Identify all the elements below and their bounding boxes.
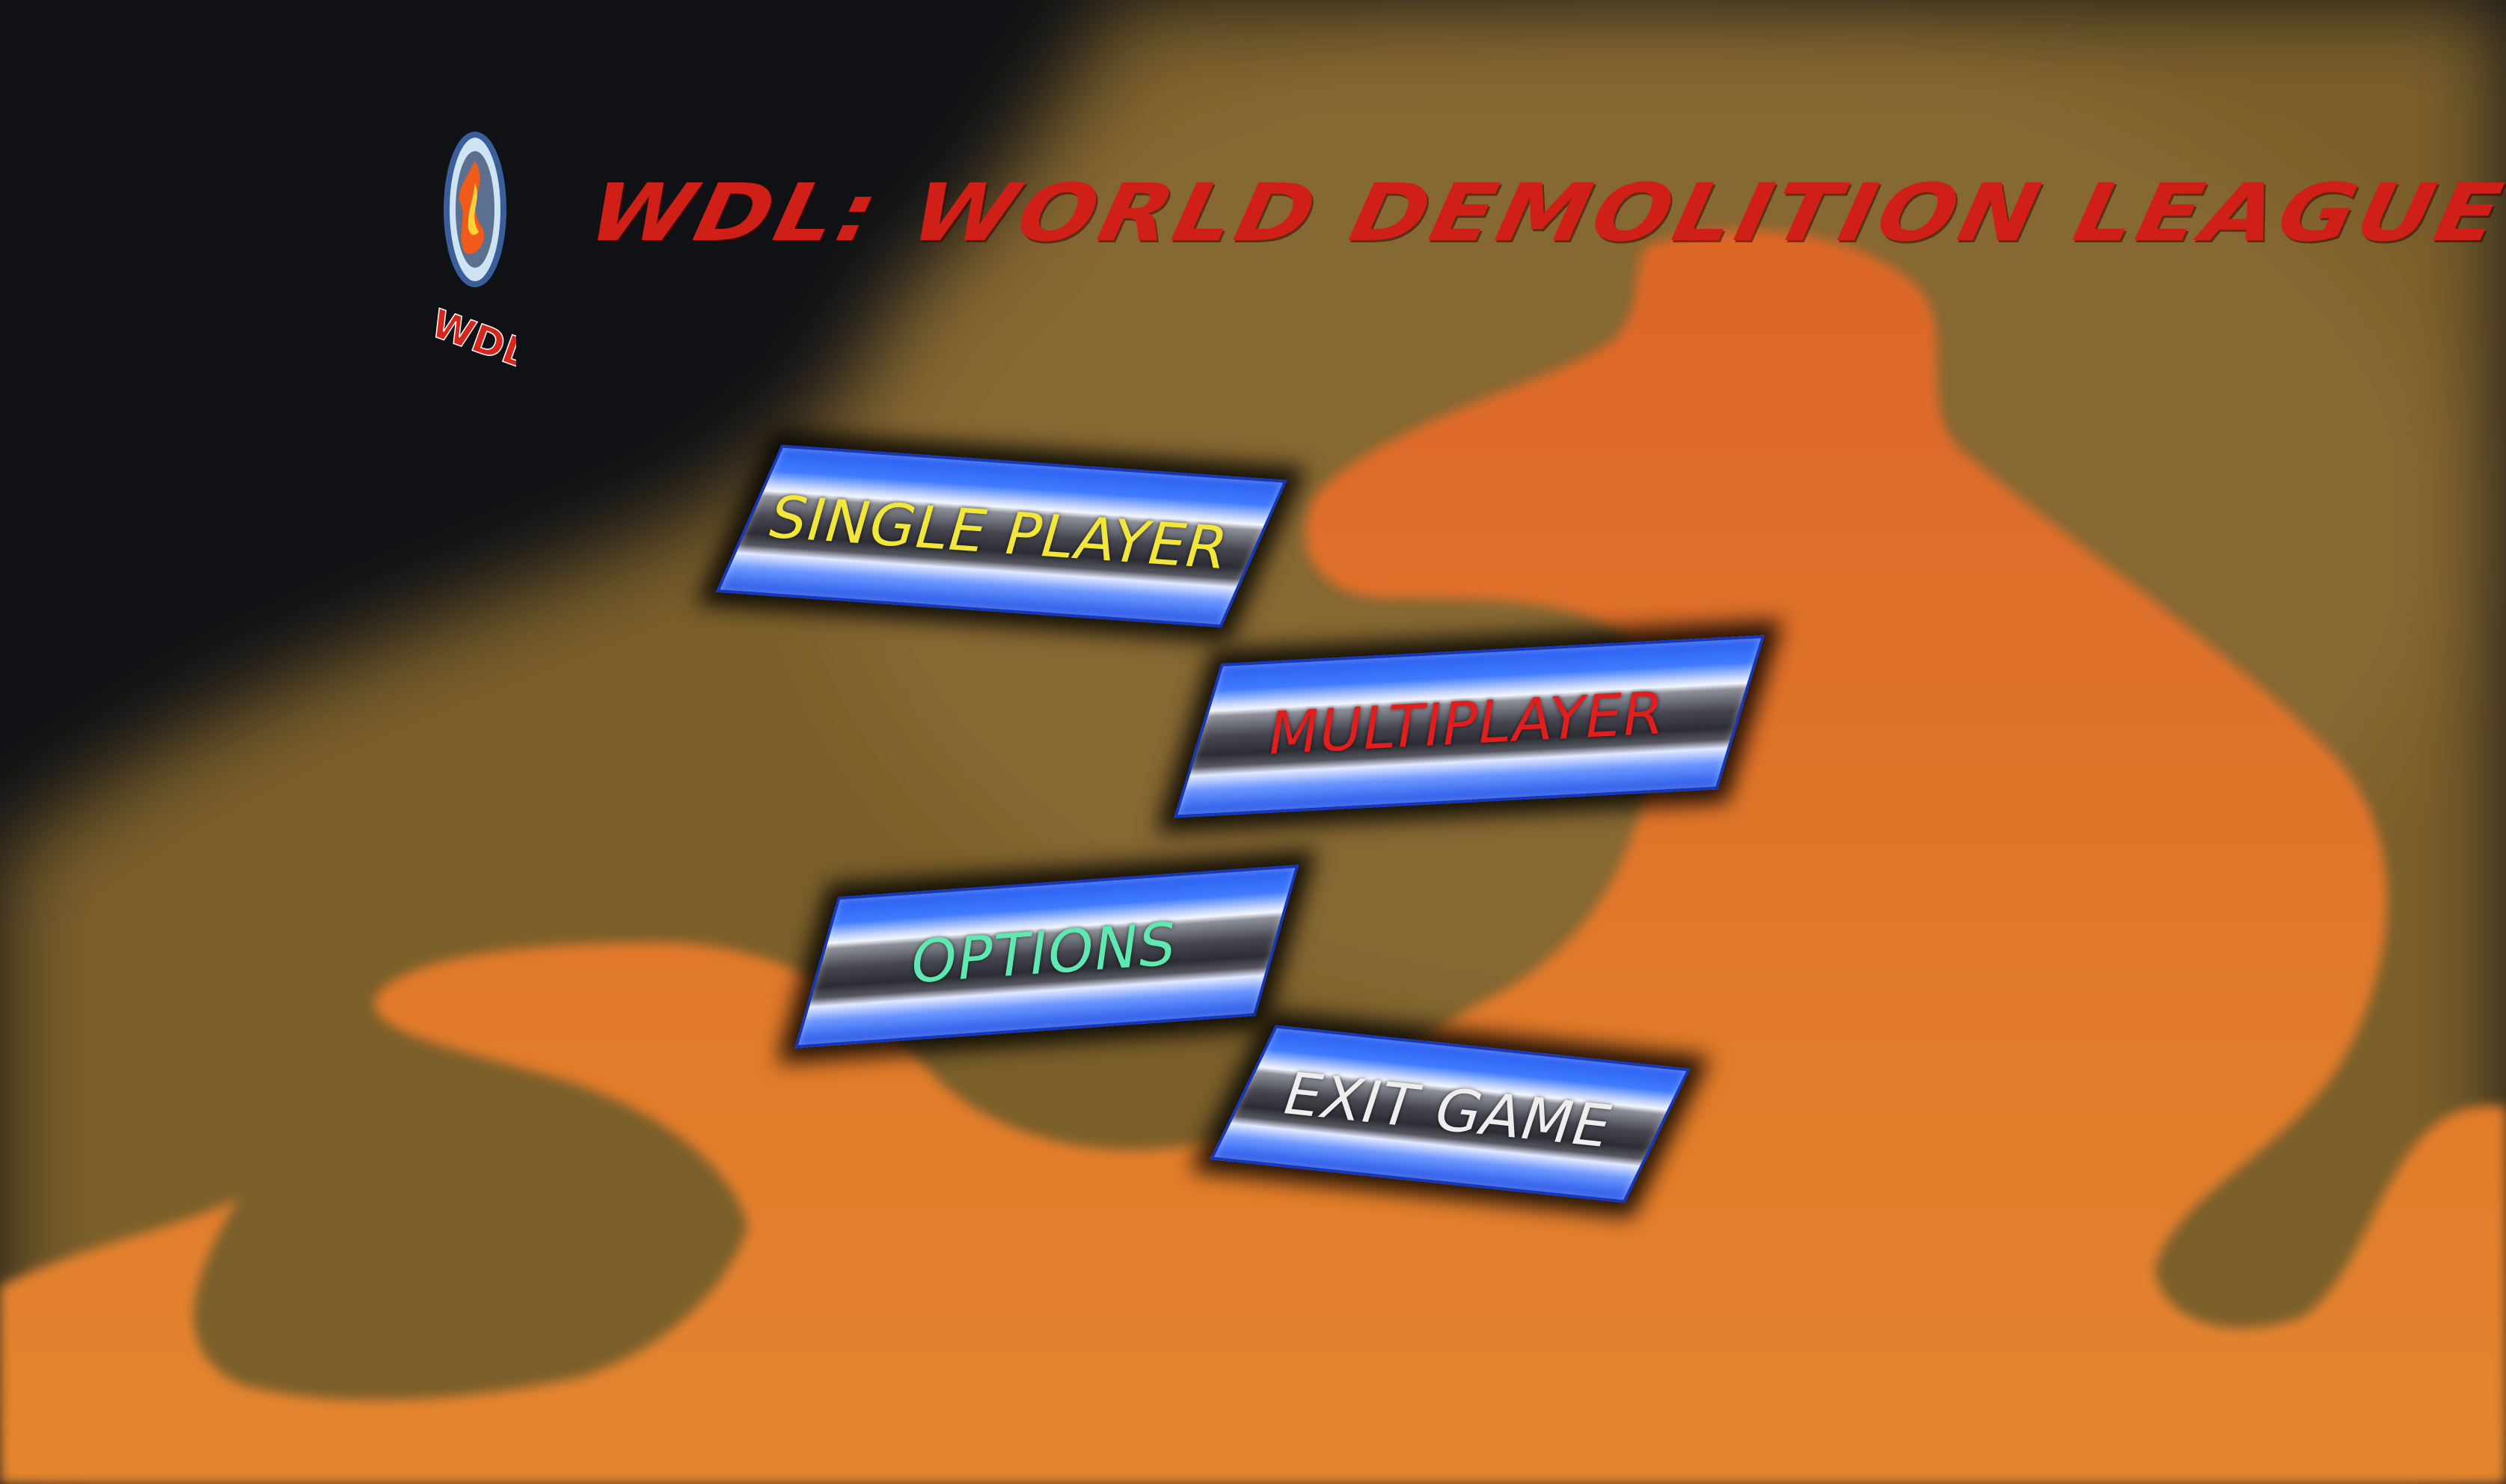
wdl-logo-icon: WDL (434, 132, 516, 378)
game-title: WDL: WORLD DEMOLITION LEAGUE (570, 167, 2506, 259)
logo-text: WDL (434, 301, 516, 378)
main-menu-screen: WDL WDL: WORLD DEMOLITION LEAGUE SINGLE … (0, 0, 2506, 1484)
multiplayer-label: MULTIPLAYER (1263, 679, 1670, 768)
multiplayer-button[interactable]: MULTIPLAYER (1174, 634, 1765, 818)
